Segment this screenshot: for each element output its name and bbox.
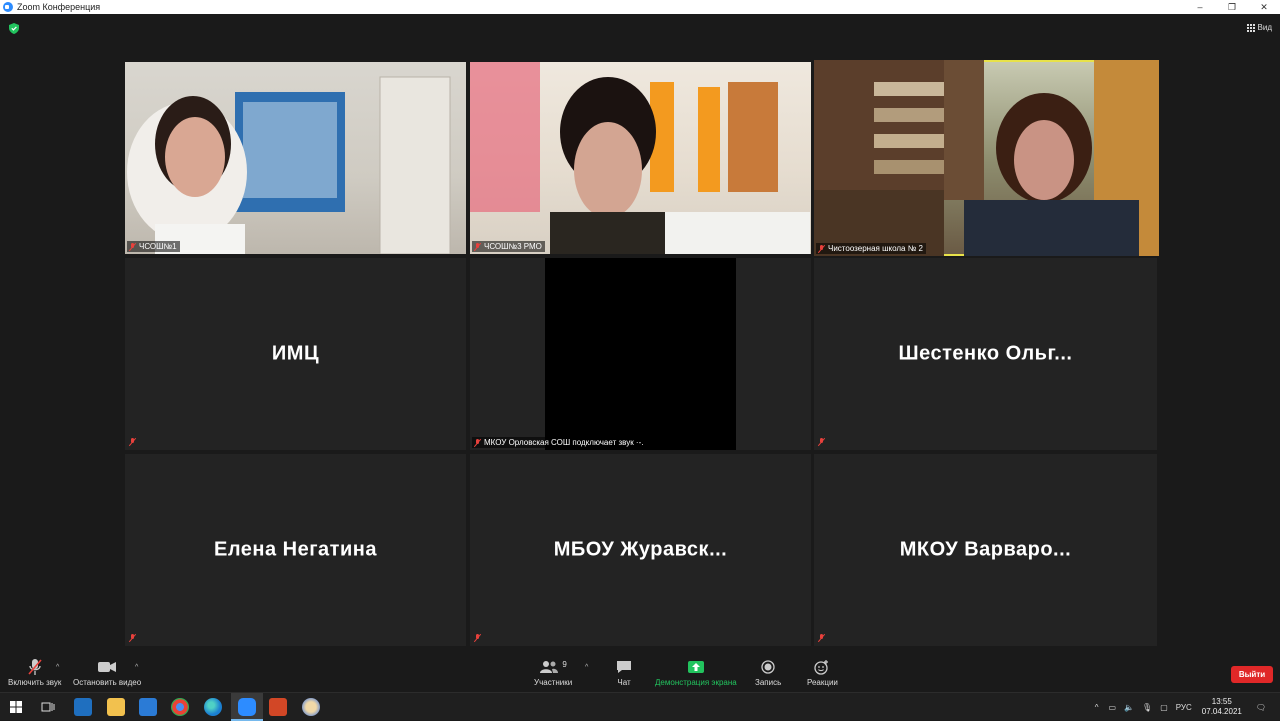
reactions-label: Реакции (807, 678, 838, 687)
participants-count: 9 (562, 659, 567, 669)
record-button[interactable]: Запись (755, 658, 781, 687)
window-controls: – ❐ ✕ (1184, 0, 1280, 14)
mic-muted-icon (129, 438, 136, 446)
shield-icon[interactable] (9, 23, 19, 34)
mic-muted-icon (27, 658, 43, 676)
participant-tile[interactable]: МБОУ Журавск... (470, 454, 811, 646)
store-app-icon[interactable] (74, 698, 92, 716)
meeting-toolbar: Включить звук ^ Остановить видео ^ 9 Уча… (0, 652, 1280, 692)
mic-muted-icon (474, 242, 481, 251)
participant-name-large: МБОУ Журавск... (553, 538, 728, 561)
windows-taskbar: ^ ▭ 🔈 🎙 ▢ РУС 13:55 07.04.2021 🗨 (0, 692, 1280, 721)
mic-muted-icon (474, 634, 481, 642)
reactions-button[interactable]: Реакции (807, 658, 838, 687)
stop-video-button[interactable]: Остановить видео (73, 658, 141, 687)
participant-video (545, 258, 736, 450)
mic-muted-icon (129, 634, 136, 642)
video-camera-icon (98, 658, 117, 676)
file-explorer-icon[interactable] (107, 698, 125, 716)
tray-expand-chevron-icon[interactable]: ^ (1095, 703, 1099, 712)
notifications-icon[interactable]: 🗨 (1256, 703, 1266, 712)
participant-name: МКОУ Орловская СОШ подключает звук ·-. (484, 438, 644, 447)
unmute-button[interactable]: Включить звук (8, 658, 61, 687)
windows-start-icon[interactable] (10, 701, 22, 713)
microphone-icon[interactable]: 🎙 (1142, 703, 1152, 712)
clock[interactable]: 13:55 07.04.2021 (1202, 697, 1242, 717)
participant-name-large: Елена Негатина (214, 538, 377, 561)
mic-muted-icon (818, 244, 825, 253)
participant-tile[interactable]: ЧСОШ№1 (125, 62, 466, 254)
volume-icon[interactable]: 🔈 (1124, 703, 1134, 712)
participant-name-large: МКОУ Варваро... (899, 538, 1072, 561)
participant-caption: ЧСОШ№1 (127, 241, 180, 252)
window-titlebar: Zoom Конференция – ❐ ✕ (0, 0, 1280, 14)
minimize-button[interactable]: – (1184, 0, 1216, 14)
participant-name: ЧСОШ№3 РМО (484, 242, 542, 251)
smiley-plus-icon (814, 658, 830, 676)
participant-tile[interactable]: ЧСОШ№3 РМО (470, 62, 811, 254)
paint-icon[interactable] (302, 698, 320, 716)
chrome-icon[interactable] (171, 698, 189, 716)
maximize-button[interactable]: ❐ (1216, 0, 1248, 14)
participant-caption: ЧСОШ№3 РМО (472, 241, 545, 252)
view-button[interactable]: Вид (1246, 23, 1272, 32)
participant-name-large: Шестенко Ольг... (898, 342, 1073, 365)
participants-options-chevron-icon[interactable]: ^ (585, 664, 588, 671)
stop-video-label: Остановить видео (73, 678, 142, 687)
grid-view-icon (1246, 23, 1255, 32)
participant-tile[interactable]: Елена Негатина (125, 454, 466, 646)
participant-video (127, 76, 451, 254)
mail-icon[interactable] (139, 698, 157, 716)
participant-caption: МКОУ Орловская СОШ подключает звук ·-. (472, 437, 647, 448)
share-screen-icon (687, 658, 704, 676)
leave-button[interactable]: Выйти (1231, 666, 1273, 683)
record-label: Запись (755, 678, 782, 687)
clock-date: 07.04.2021 (1201, 707, 1242, 716)
zoom-app-icon (238, 698, 256, 716)
participant-name-large: ИМЦ (271, 342, 320, 365)
participant-tile[interactable]: ИМЦ (125, 258, 466, 450)
share-screen-button[interactable]: Демонстрация экрана (655, 658, 737, 687)
mic-muted-icon (474, 438, 481, 447)
chat-label: Чат (617, 678, 631, 687)
record-icon (761, 658, 775, 676)
share-screen-label: Демонстрация экрана (655, 678, 737, 687)
window-title: Zoom Конференция (17, 2, 101, 12)
participants-label: Участники (534, 678, 573, 687)
clock-time: 13:55 (1211, 697, 1232, 706)
participants-button[interactable]: 9 Участники (534, 658, 573, 688)
chat-button[interactable]: Чат (616, 658, 632, 687)
battery-icon[interactable]: ▭ (1109, 703, 1117, 712)
video-options-chevron-icon[interactable]: ^ (135, 664, 138, 671)
participant-name: Чистоозерная школа № 2 (828, 244, 923, 253)
participant-video (470, 62, 810, 254)
input-language[interactable]: РУС (1176, 703, 1192, 712)
participant-name: ЧСОШ№1 (139, 242, 177, 251)
participants-icon: 9 (539, 658, 567, 676)
unmute-label: Включить звук (8, 678, 62, 687)
close-button[interactable]: ✕ (1248, 0, 1280, 14)
chat-icon (616, 658, 632, 676)
powerpoint-icon[interactable] (269, 698, 287, 716)
mic-muted-icon (818, 634, 825, 642)
audio-options-chevron-icon[interactable]: ^ (56, 664, 59, 671)
task-view-icon[interactable] (41, 701, 55, 713)
participant-caption: Чистоозерная школа № 2 (816, 243, 926, 254)
participant-tile[interactable]: МКОУ Варваро... (814, 454, 1157, 646)
view-label: Вид (1257, 23, 1272, 32)
network-icon[interactable]: ▢ (1160, 703, 1168, 712)
participant-video (814, 60, 1159, 256)
participant-tile-active-speaker[interactable]: Чистоозерная школа № 2 (814, 60, 1159, 256)
system-tray: ^ ▭ 🔈 🎙 ▢ РУС 13:55 07.04.2021 🗨 (1089, 693, 1280, 721)
mic-muted-icon (818, 438, 825, 446)
zoom-logo-icon (3, 2, 13, 12)
participant-tile[interactable]: Шестенко Ольг... (814, 258, 1157, 450)
edge-icon[interactable] (204, 698, 222, 716)
participant-tile[interactable]: МКОУ Орловская СОШ подключает звук ·-. (470, 258, 811, 450)
mic-muted-icon (129, 242, 136, 251)
